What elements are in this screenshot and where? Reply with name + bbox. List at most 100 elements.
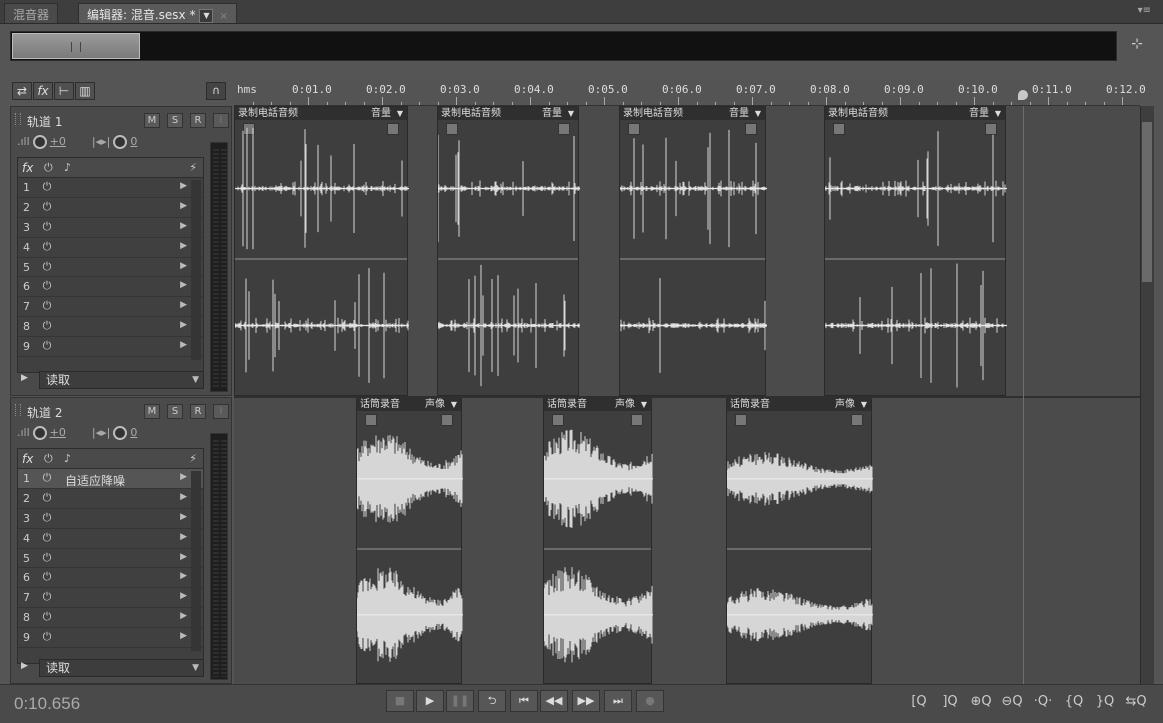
sends-button[interactable]: ⊢ <box>54 82 74 100</box>
eq-button[interactable]: ▥ <box>75 82 95 100</box>
fx-slot[interactable]: 1 ⏻ 自适应降噪 ▶ <box>18 469 203 489</box>
zoom-button-3[interactable]: ⊕Q <box>970 694 992 709</box>
audio-clip[interactable]: 话筒录音 声像 ▼ <box>356 397 463 684</box>
clip-header[interactable]: 话筒录音 声像 ▼ <box>357 398 461 411</box>
chevron-right-icon[interactable]: ▶ <box>180 552 187 562</box>
stop-button[interactable]: ■ <box>386 690 414 712</box>
mute-button[interactable]: M <box>144 113 160 128</box>
clip-header[interactable]: 录制电話音频 音量 ▼ <box>235 107 407 120</box>
fx-slot[interactable]: 1 ⏻ ▶ <box>18 178 203 198</box>
fx-scrollbar[interactable] <box>191 180 201 360</box>
fx-slot[interactable]: 2 ⏻ ▶ <box>18 489 203 509</box>
fx-slot[interactable]: 6 ⏻ ▶ <box>18 277 203 298</box>
track-name[interactable]: 轨道 2 <box>27 404 62 421</box>
fx-slot[interactable]: 4 ⏻ ▶ <box>18 529 203 549</box>
power-icon[interactable]: ⏻ <box>40 491 54 505</box>
chevron-right-icon[interactable]: ▶ <box>180 320 187 330</box>
fx-slot[interactable]: 2 ⏻ ▶ <box>18 198 203 218</box>
power-icon[interactable]: ⏻ <box>40 531 54 545</box>
overview-navigator[interactable] <box>10 31 1117 61</box>
fx-slot[interactable]: 9 ⏻ ▶ <box>18 628 203 649</box>
fx-slot[interactable]: 8 ⏻ ▶ <box>18 608 203 629</box>
fx-slot[interactable]: 9 ⏻ ▶ <box>18 337 203 358</box>
playhead-handle[interactable] <box>1017 90 1028 100</box>
drag-handle-icon[interactable] <box>15 113 21 125</box>
close-icon[interactable]: × <box>219 11 227 22</box>
fx-slot[interactable]: 4 ⏻ ▶ <box>18 238 203 258</box>
power-icon[interactable]: ⏻ <box>40 570 54 584</box>
chevron-right-icon[interactable]: ▶ <box>180 472 187 482</box>
input-monitor-button[interactable]: I <box>213 113 229 128</box>
fx-button[interactable]: fx <box>33 82 53 100</box>
chevron-right-icon[interactable]: ▶ <box>180 631 187 641</box>
power-icon[interactable]: ⏻ <box>40 319 54 333</box>
volume-knob[interactable] <box>32 135 47 149</box>
zoom-button-7[interactable]: }Q <box>1094 694 1116 709</box>
power-icon[interactable]: ⏻ <box>40 630 54 644</box>
chevron-down-icon[interactable]: ▼ <box>199 8 214 23</box>
automation-mode-select[interactable]: 读取 ▼ <box>39 659 204 677</box>
fx-slot[interactable]: 5 ⏻ ▶ <box>18 258 203 278</box>
power-icon[interactable]: ⏻ <box>40 279 54 293</box>
fx-slot[interactable]: 6 ⏻ ▶ <box>18 568 203 589</box>
chevron-right-icon[interactable]: ▶ <box>180 611 187 621</box>
chevron-right-icon[interactable]: ▶ <box>180 261 187 271</box>
chevron-right-icon[interactable]: ▶ <box>180 532 187 542</box>
solo-button[interactable]: S <box>167 404 183 419</box>
power-icon[interactable]: ⏻ <box>40 511 54 525</box>
chevron-down-icon[interactable]: ▼ <box>641 398 647 411</box>
pan-value[interactable]: 0 <box>130 135 137 148</box>
preset-icon[interactable]: ♪ <box>64 452 71 465</box>
audio-clip[interactable]: 录制电話音频 音量 ▼ <box>234 106 409 396</box>
zoom-button-8[interactable]: ⇆Q <box>1125 694 1147 709</box>
power-icon[interactable]: ⏻ <box>40 260 54 274</box>
fx-scrollbar[interactable] <box>191 471 201 651</box>
solo-button[interactable]: S <box>167 113 183 128</box>
fx-slot[interactable]: 3 ⏻ ▶ <box>18 218 203 238</box>
power-icon[interactable]: ⏻ <box>44 452 53 466</box>
zoom-button-1[interactable]: [Q <box>908 694 930 709</box>
go-to-start-button[interactable]: ⏮ <box>510 690 538 712</box>
clip-header[interactable]: 录制电話音频 音量 ▼ <box>620 107 765 120</box>
power-icon[interactable]: ⏻ <box>40 180 54 194</box>
chevron-right-icon[interactable]: ▶ <box>180 492 187 502</box>
power-icon[interactable]: ⏻ <box>40 220 54 234</box>
zoom-button-2[interactable]: ]Q <box>939 694 961 709</box>
scrollbar-thumb[interactable] <box>1142 122 1152 282</box>
chevron-down-icon[interactable]: ▼ <box>397 107 403 120</box>
chevron-right-icon[interactable]: ▶ <box>180 201 187 211</box>
record-arm-button[interactable]: R <box>190 404 206 419</box>
chevron-right-icon[interactable]: ▶ <box>180 571 187 581</box>
chevron-down-icon[interactable]: ▼ <box>568 107 574 120</box>
chevron-right-icon[interactable]: ▶ <box>180 300 187 310</box>
fx-slot[interactable]: 8 ⏻ ▶ <box>18 317 203 338</box>
chevron-down-icon[interactable]: ▼ <box>861 398 867 411</box>
power-icon[interactable]: ⏻ <box>40 339 54 353</box>
input-monitor-button[interactable]: I <box>213 404 229 419</box>
mute-button[interactable]: M <box>144 404 160 419</box>
chevron-right-icon[interactable]: ▶ <box>180 280 187 290</box>
audio-clip[interactable]: 录制电話音频 音量 ▼ <box>437 106 580 396</box>
tab-editor[interactable]: 编辑器: 混音.sesx * ▼ × <box>78 3 237 23</box>
chevron-down-icon[interactable]: ▼ <box>755 107 761 120</box>
expand-icon[interactable]: ▶ <box>21 661 28 671</box>
bolt-icon[interactable]: ⚡ <box>189 161 197 174</box>
zoom-button-5[interactable]: ·Q· <box>1032 694 1054 709</box>
fx-slot[interactable]: 3 ⏻ ▶ <box>18 509 203 529</box>
chevron-right-icon[interactable]: ▶ <box>180 340 187 350</box>
track-lane-2[interactable]: 话筒录音 声像 ▼ 话筒录音 声像 ▼ 话筒录音 声像 ▼ <box>234 397 1140 684</box>
volume-knob[interactable] <box>32 426 47 440</box>
preset-icon[interactable]: ♪ <box>64 161 71 174</box>
track-lane-1[interactable]: 录制电話音频 音量 ▼ 录制电話音频 音量 ▼ 录制电話音频 音量 ▼ 录制电話音频 音量 ▼ <box>234 106 1140 396</box>
chevron-right-icon[interactable]: ▶ <box>180 591 187 601</box>
power-icon[interactable]: ⏻ <box>40 200 54 214</box>
fx-slot[interactable]: 7 ⏻ ▶ <box>18 588 203 609</box>
power-icon[interactable]: ⏻ <box>40 240 54 254</box>
pan-knob[interactable] <box>113 426 128 440</box>
power-icon[interactable]: ⏻ <box>40 551 54 565</box>
play-button[interactable]: ▶ <box>416 690 444 712</box>
chevron-right-icon[interactable]: ▶ <box>180 241 187 251</box>
clip-header[interactable]: 话筒录音 声像 ▼ <box>544 398 651 411</box>
fx-slot[interactable]: 7 ⏻ ▶ <box>18 297 203 318</box>
audio-clip[interactable]: 录制电話音频 音量 ▼ <box>824 106 1007 396</box>
